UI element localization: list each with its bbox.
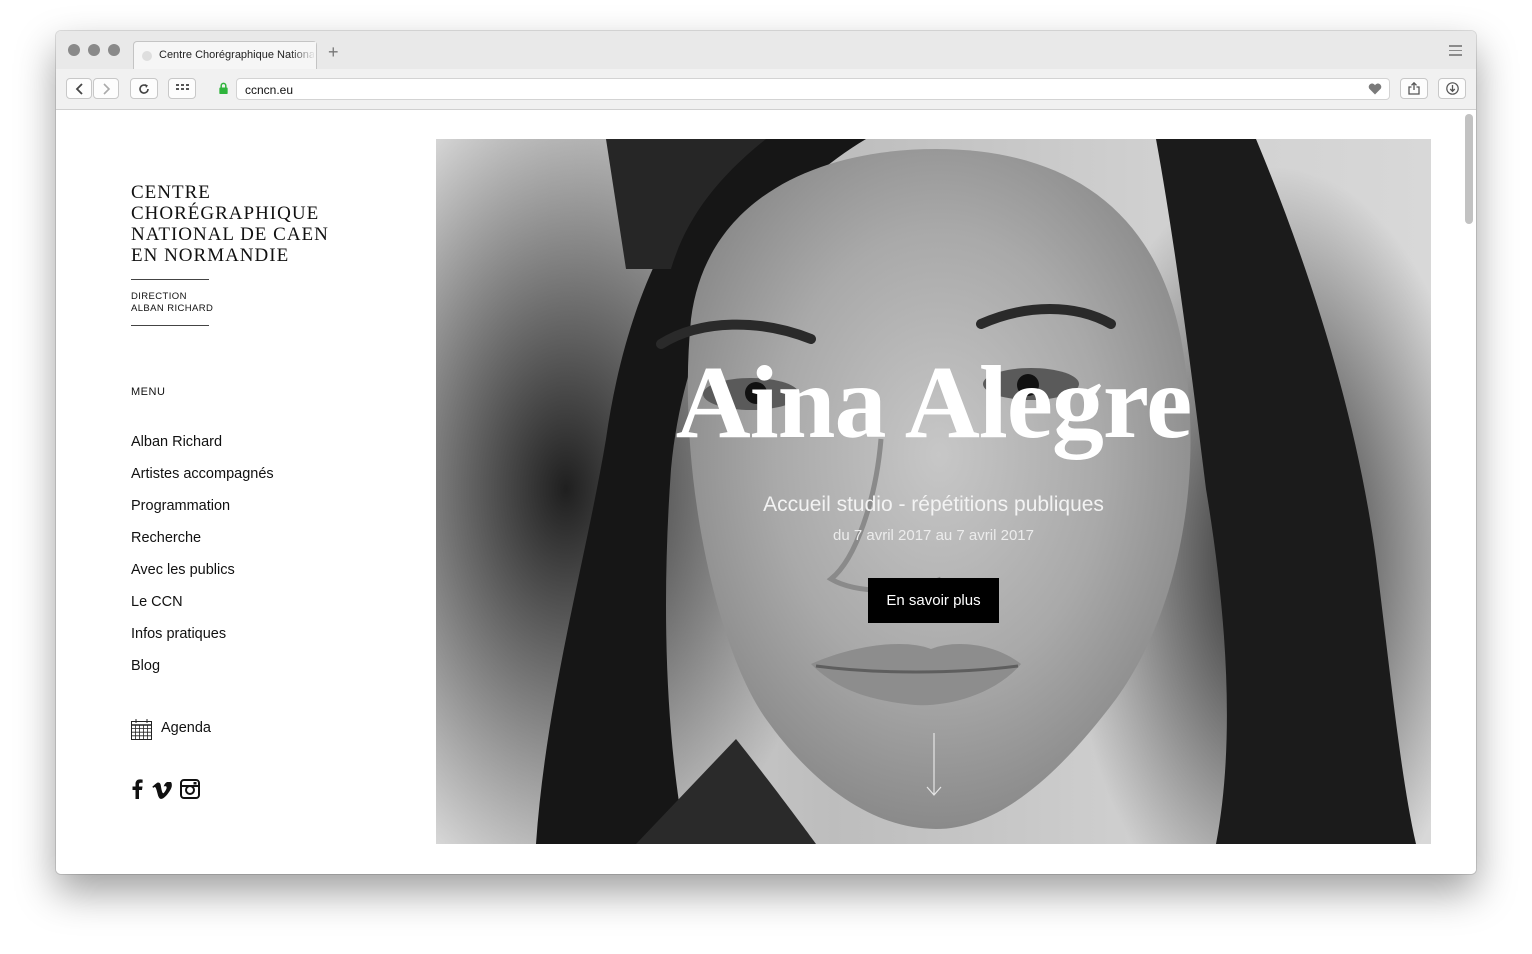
chevron-right-icon — [102, 83, 110, 95]
tab-bar: Centre Chorégraphique National de Caen + — [56, 31, 1476, 70]
menu-item-alban-richard[interactable]: Alban Richard — [131, 432, 274, 464]
logo-divider — [131, 279, 209, 280]
menu-item-avec-les-publics[interactable]: Avec les publics — [131, 560, 274, 592]
url-text: ccncn.eu — [245, 83, 294, 97]
site-logo[interactable]: CENTRE CHORÉGRAPHIQUE NATIONAL DE CAEN E… — [131, 182, 361, 266]
share-button[interactable] — [1400, 78, 1428, 99]
hero-title: Aina Alegre — [675, 345, 1193, 460]
browser-window: Centre Chorégraphique National de Caen + — [56, 31, 1476, 874]
favorite-button[interactable] — [1363, 78, 1387, 99]
menu-heading: MENU — [131, 386, 166, 398]
vimeo-icon[interactable] — [152, 782, 172, 799]
new-tab-icon[interactable]: + — [328, 43, 339, 61]
main-menu: Alban Richard Artistes accompagnés Progr… — [131, 432, 274, 688]
menu-item-infos-pratiques[interactable]: Infos pratiques — [131, 624, 274, 656]
browser-tab[interactable]: Centre Chorégraphique National de Caen — [133, 41, 317, 70]
agenda-label: Agenda — [161, 720, 211, 736]
browser-toolbar: ccncn.eu — [56, 69, 1476, 110]
instagram-icon[interactable] — [180, 779, 200, 799]
grid-icon — [175, 84, 189, 90]
web-page: CENTRE CHORÉGRAPHIQUE NATIONAL DE CAEN E… — [56, 110, 1476, 874]
hero-banner: Aina Alegre Accueil studio - répétitions… — [436, 139, 1431, 844]
favicon-icon — [142, 51, 152, 61]
agenda-link[interactable]: Agenda — [131, 719, 211, 741]
hero-subtitle: Accueil studio - répétitions publiques — [763, 493, 1104, 516]
reload-icon — [139, 84, 149, 94]
scroll-down-arrow-icon[interactable] — [924, 733, 944, 797]
close-window-button[interactable] — [68, 44, 80, 56]
menu-item-artistes-accompagnes[interactable]: Artistes accompagnés — [131, 464, 274, 496]
direction-divider — [131, 325, 209, 326]
hero-date: du 7 avril 2017 au 7 avril 2017 — [833, 527, 1034, 544]
menu-item-programmation[interactable]: Programmation — [131, 496, 274, 528]
share-icon — [1408, 81, 1420, 95]
downloads-button[interactable] — [1438, 78, 1466, 99]
forward-button[interactable] — [93, 78, 119, 99]
download-icon — [1445, 82, 1459, 95]
en-savoir-plus-button[interactable]: En savoir plus — [868, 578, 999, 623]
address-bar[interactable]: ccncn.eu — [236, 78, 1390, 100]
secure-lock-icon — [219, 82, 228, 94]
direction-credit: DIRECTION ALBAN RICHARD — [131, 291, 214, 314]
zoom-window-button[interactable] — [108, 44, 120, 56]
menu-item-le-ccn[interactable]: Le CCN — [131, 592, 274, 624]
minimize-window-button[interactable] — [88, 44, 100, 56]
vertical-scrollbar[interactable] — [1465, 114, 1473, 224]
tab-overview-icon[interactable] — [1449, 45, 1462, 59]
heart-icon — [1368, 83, 1382, 95]
top-sites-button[interactable] — [168, 78, 196, 99]
reload-button[interactable] — [130, 78, 158, 99]
menu-item-recherche[interactable]: Recherche — [131, 528, 274, 560]
menu-item-blog[interactable]: Blog — [131, 656, 274, 688]
back-button[interactable] — [66, 78, 92, 99]
chevron-left-icon — [75, 83, 83, 95]
facebook-icon[interactable] — [131, 779, 143, 799]
calendar-icon — [131, 719, 152, 740]
